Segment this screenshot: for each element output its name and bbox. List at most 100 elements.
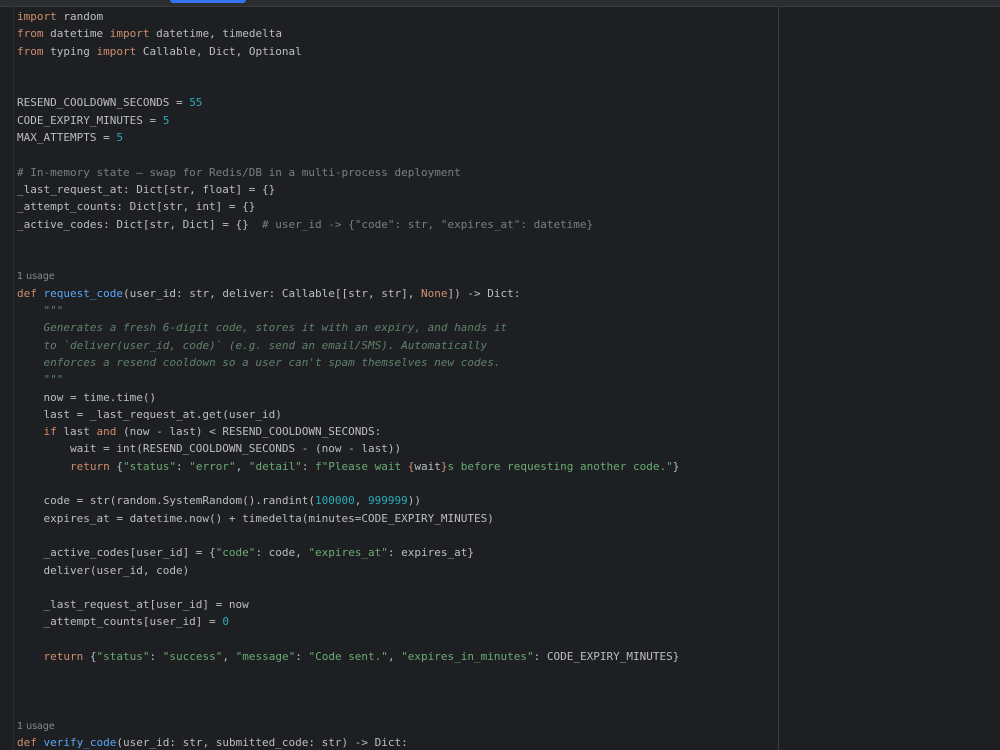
code-line[interactable] [17, 77, 777, 94]
code-token: return [69, 459, 110, 473]
code-line[interactable]: """ [17, 302, 777, 319]
code-line[interactable]: enforces a resend cooldown so a user can… [17, 354, 777, 371]
code-token: : [301, 459, 316, 473]
code-token: "code" [215, 546, 256, 560]
code-line[interactable] [17, 475, 777, 492]
code-editor[interactable]: import random from datetime import dateti… [0, 0, 1000, 750]
code-line[interactable]: import random [17, 8, 777, 25]
code-token: (now - last) < RESEND_COOLDOWN_SECONDS: [116, 425, 382, 439]
code-token: now = time.time() [17, 390, 157, 404]
code-token: to `deliver(user_id, code)` (e.g. send a… [43, 338, 488, 352]
code-line[interactable]: RESEND_COOLDOWN_SECONDS = 55 [17, 94, 777, 111]
code-token: _last_request_at: Dict[str, float] = {} [17, 182, 276, 196]
code-line[interactable] [17, 250, 777, 267]
code-token: return [43, 649, 84, 663]
code-line[interactable] [17, 527, 777, 544]
code-token: expires_at = datetime.now() + timedelta(… [17, 511, 494, 525]
code-line[interactable]: to `deliver(user_id, code)` (e.g. send a… [17, 337, 777, 354]
code-token: if [43, 425, 57, 439]
code-token: last = _last_request_at.get(user_id) [17, 407, 282, 421]
code-token: _attempt_counts: Dict[str, int] = {} [17, 200, 256, 214]
code-line[interactable] [17, 60, 777, 77]
code-line[interactable]: def verify_code(user_id: str, submitted_… [17, 734, 777, 750]
code-token: def [17, 736, 37, 750]
code-line[interactable]: # In-memory state — swap for Redis/DB in… [17, 164, 777, 181]
code-token: enforces a resend cooldown so a user can… [43, 355, 501, 369]
code-line[interactable]: CODE_EXPIRY_MINUTES = 5 [17, 112, 777, 129]
code-token: : CODE_EXPIRY_MINUTES} [533, 649, 680, 663]
code-token: verify_code [43, 736, 117, 750]
code-token: "error" [189, 459, 236, 473]
code-token: ]) -> Dict: [447, 286, 521, 300]
usage-hint-text[interactable]: 1 usage [17, 721, 55, 732]
code-line[interactable]: expires_at = datetime.now() + timedelta(… [17, 510, 777, 527]
code-line[interactable] [17, 700, 777, 717]
code-line[interactable]: def request_code(user_id: str, deliver: … [17, 285, 777, 302]
code-token: RESEND_COOLDOWN_SECONDS = [17, 96, 190, 110]
code-token: Callable, Dict, Optional [136, 44, 302, 58]
code-token: datetime, timedelta [149, 27, 282, 41]
code-line[interactable] [17, 683, 777, 700]
usage-inlay-hint[interactable]: 1 usage [17, 267, 777, 284]
code-line[interactable]: _attempt_counts[user_id] = 0 [17, 613, 777, 630]
code-token: { [83, 649, 97, 663]
usage-inlay-hint[interactable]: 1 usage [17, 717, 777, 734]
code-line[interactable]: deliver(user_id, code) [17, 562, 777, 579]
active-tab-indicator[interactable] [170, 0, 246, 3]
code-token: # In-memory state — swap for Redis/DB in… [17, 165, 461, 179]
code-token: 5 [162, 113, 170, 127]
code-token: "status" [122, 459, 176, 473]
code-token: code = str(random.SystemRandom().randint… [17, 494, 316, 508]
code-token: request_code [43, 286, 123, 300]
code-line[interactable]: _attempt_counts: Dict[str, int] = {} [17, 198, 777, 215]
code-token: )) [407, 494, 422, 508]
code-token: 55 [189, 96, 203, 110]
code-token: : [175, 459, 190, 473]
code-line[interactable]: last = _last_request_at.get(user_id) [17, 406, 777, 423]
code-line[interactable]: code = str(random.SystemRandom().randint… [17, 492, 777, 509]
code-token: 100000 [315, 494, 355, 508]
code-line[interactable]: return {"status": "success", "message": … [17, 648, 777, 665]
code-area[interactable]: import random from datetime import dateti… [17, 8, 777, 750]
code-token: None [421, 286, 448, 300]
code-token: : [295, 649, 309, 663]
code-token: "detail" [248, 459, 302, 473]
code-line[interactable]: """ [17, 371, 777, 388]
code-line[interactable]: from typing import Callable, Dict, Optio… [17, 43, 777, 60]
code-token: import [109, 27, 150, 41]
code-line[interactable]: if last and (now - last) < RESEND_COOLDO… [17, 423, 777, 440]
code-token: , [235, 459, 249, 473]
code-line[interactable]: _last_request_at: Dict[str, float] = {} [17, 181, 777, 198]
code-line[interactable] [17, 665, 777, 682]
code-line[interactable] [17, 233, 777, 250]
code-line[interactable] [17, 631, 777, 648]
usage-hint-text[interactable]: 1 usage [17, 271, 55, 282]
code-line[interactable]: wait = int(RESEND_COOLDOWN_SECONDS - (no… [17, 440, 777, 457]
code-token: _active_codes: Dict[str, Dict] = {} [17, 217, 263, 231]
code-line[interactable] [17, 146, 777, 163]
code-line[interactable]: now = time.time() [17, 389, 777, 406]
code-line[interactable]: _active_codes[user_id] = {"code": code, … [17, 544, 777, 561]
code-token: """ [43, 373, 64, 387]
code-line[interactable]: MAX_ATTEMPTS = 5 [17, 129, 777, 146]
code-token: 5 [116, 131, 123, 145]
code-token: import [17, 10, 57, 23]
code-token: datetime [43, 27, 110, 41]
code-token: , [354, 494, 369, 508]
code-token: (user_id: str, submitted_code: str) -> D… [116, 736, 408, 750]
code-line[interactable]: from datetime import datetime, timedelta [17, 25, 777, 42]
code-line[interactable]: _active_codes: Dict[str, Dict] = {} # us… [17, 216, 777, 233]
code-token: def [17, 286, 37, 300]
code-line[interactable]: _last_request_at[user_id] = now [17, 596, 777, 613]
code-line[interactable]: return {"status": "error", "detail": f"P… [17, 458, 777, 475]
code-line[interactable]: Generates a fresh 6-digit code, stores i… [17, 319, 777, 336]
code-token: _last_request_at[user_id] = now [17, 598, 249, 612]
code-token: } [672, 459, 680, 473]
code-line[interactable] [17, 579, 777, 596]
code-token: deliver(user_id, code) [17, 563, 190, 577]
